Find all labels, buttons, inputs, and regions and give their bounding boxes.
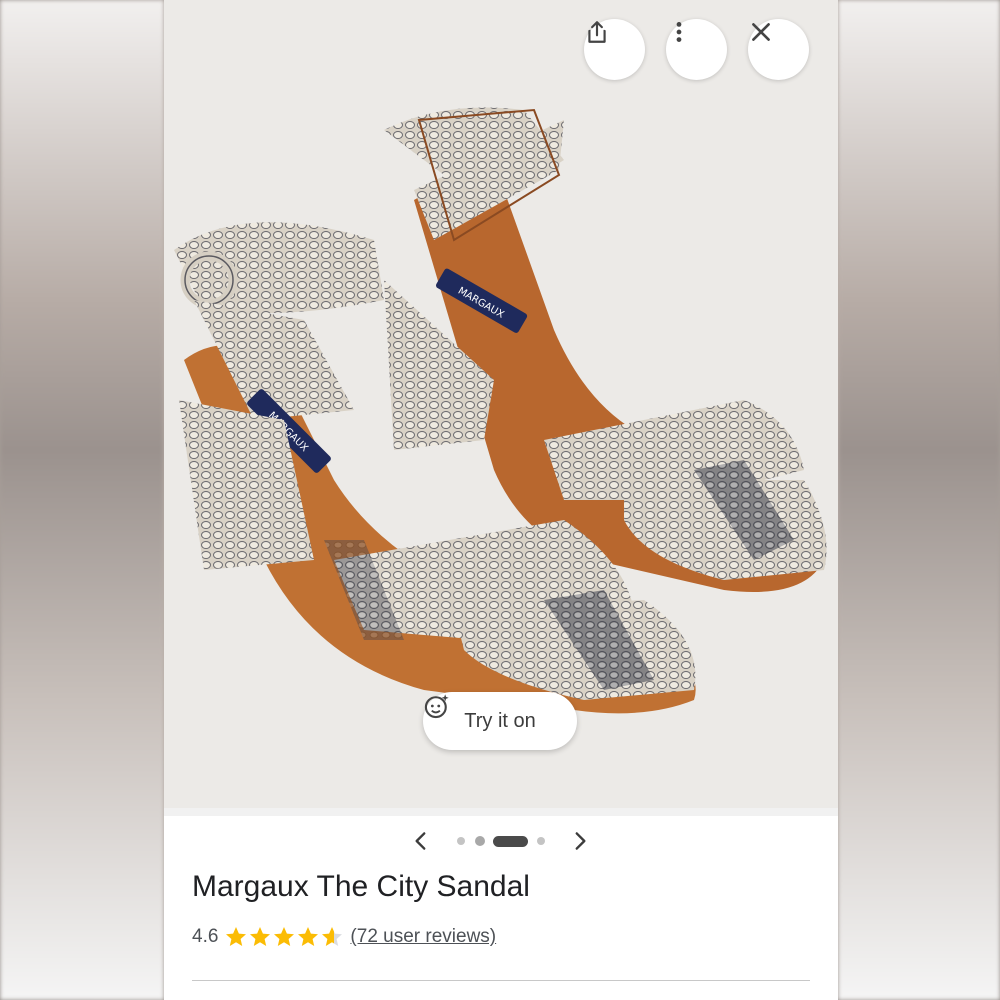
image-pager (164, 826, 838, 856)
try-it-on-button[interactable]: Try it on (423, 692, 577, 750)
star-rating (224, 925, 344, 949)
close-button[interactable] (748, 19, 809, 80)
image-divider (164, 808, 838, 816)
chevron-left-icon[interactable] (408, 828, 434, 854)
pager-dot-1[interactable] (457, 837, 465, 845)
background-blur-right (838, 0, 1000, 1000)
product-image[interactable]: MARGAUX MARGAUX Try it on (164, 0, 838, 808)
rating-row: 4.6 (72 user reviews) (192, 923, 496, 951)
star-icon (226, 927, 247, 946)
pager-dot-2[interactable] (475, 836, 485, 846)
star-icon (322, 927, 343, 946)
pager-dot-4[interactable] (537, 837, 545, 845)
chevron-right-icon[interactable] (567, 828, 593, 854)
more-options-button[interactable] (666, 19, 727, 80)
share-icon (588, 21, 606, 43)
share-button[interactable] (584, 19, 645, 80)
product-title: Margaux The City Sandal (192, 870, 530, 903)
close-icon (752, 23, 770, 41)
rating-value: 4.6 (192, 926, 219, 947)
star-icon (274, 927, 295, 946)
section-divider (192, 980, 810, 981)
face-sparkle-icon (424, 694, 449, 719)
user-reviews-link[interactable]: (72 user reviews) (350, 926, 496, 948)
sandal-illustration: MARGAUX MARGAUX (174, 107, 827, 714)
try-it-on-label: Try it on (464, 709, 536, 732)
background-blur-left (0, 0, 164, 1000)
product-viewer: MARGAUX MARGAUX Try it on Margaux The Ci… (164, 0, 838, 1000)
star-icon (250, 927, 271, 946)
more-vert-icon (676, 22, 682, 42)
pager-dot-active[interactable] (493, 836, 528, 847)
star-icon (298, 927, 319, 946)
